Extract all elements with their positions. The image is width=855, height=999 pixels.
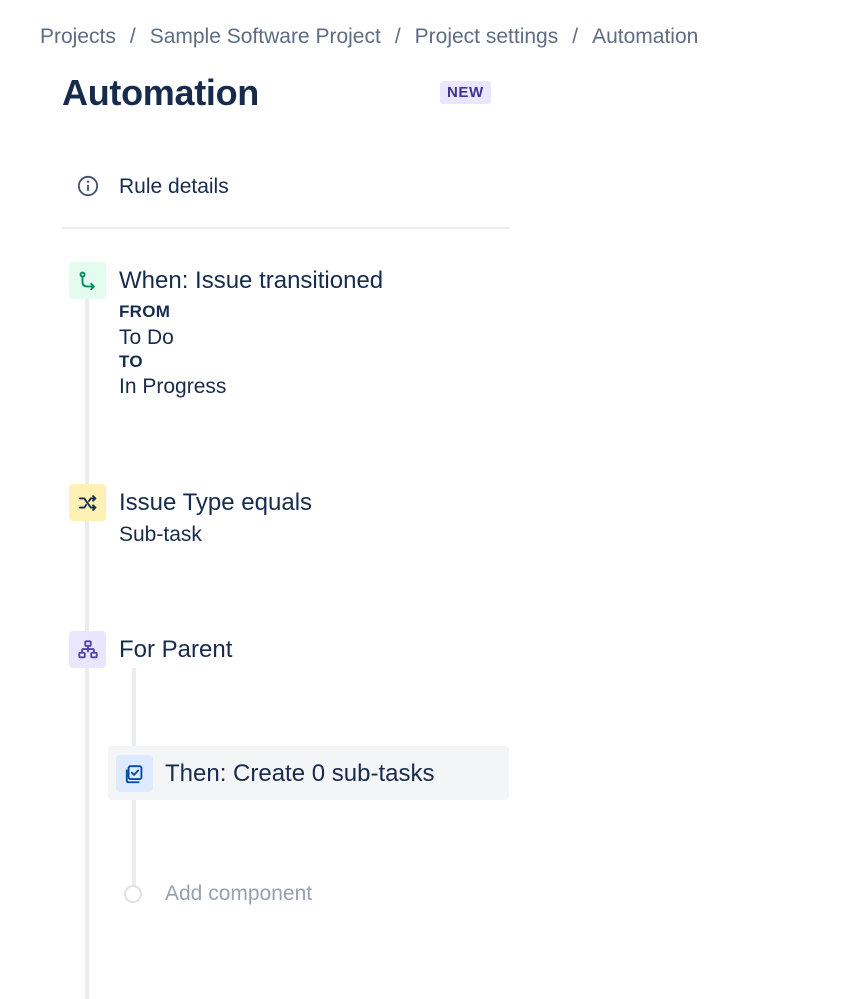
new-badge: NEW bbox=[440, 81, 491, 104]
checkbox-icon bbox=[125, 764, 142, 783]
condition-title[interactable]: Issue Type equals bbox=[119, 489, 312, 517]
branch-title[interactable]: For Parent bbox=[119, 636, 232, 664]
rule-details-row[interactable]: Rule details bbox=[62, 165, 509, 229]
breadcrumb-project-settings[interactable]: Project settings bbox=[415, 25, 559, 49]
breadcrumb-project[interactable]: Sample Software Project bbox=[150, 25, 381, 49]
branch-tile[interactable] bbox=[69, 631, 106, 668]
breadcrumb-separator: / bbox=[394, 25, 401, 48]
condition-value: Sub-task bbox=[119, 523, 202, 546]
add-component-dot[interactable] bbox=[124, 885, 142, 903]
rule-details-label: Rule details bbox=[119, 175, 229, 198]
breadcrumb: Projects / Sample Software Project / Pro… bbox=[40, 25, 698, 49]
breadcrumb-automation[interactable]: Automation bbox=[592, 25, 698, 49]
from-value: To Do bbox=[119, 326, 174, 349]
to-value: In Progress bbox=[119, 375, 227, 398]
action-title: Then: Create 0 sub-tasks bbox=[165, 760, 435, 787]
trigger-tile[interactable] bbox=[69, 262, 106, 299]
to-label: TO bbox=[119, 352, 143, 371]
breadcrumb-projects[interactable]: Projects bbox=[40, 25, 116, 49]
info-icon bbox=[77, 175, 99, 197]
breadcrumb-separator: / bbox=[572, 25, 579, 48]
condition-tile[interactable] bbox=[69, 484, 106, 521]
trigger-title[interactable]: When: Issue transitioned bbox=[119, 267, 383, 295]
shuffle-icon bbox=[78, 494, 96, 511]
breadcrumb-separator: / bbox=[129, 25, 136, 48]
add-component-button[interactable]: Add component bbox=[165, 882, 312, 906]
automation-page: Projects / Sample Software Project / Pro… bbox=[0, 0, 855, 999]
action-card[interactable]: Then: Create 0 sub-tasks bbox=[108, 746, 509, 800]
hierarchy-icon bbox=[77, 639, 98, 658]
page-title: Automation bbox=[62, 72, 259, 113]
from-label: FROM bbox=[119, 302, 171, 321]
transition-icon bbox=[79, 271, 95, 290]
action-tile[interactable] bbox=[116, 755, 153, 792]
